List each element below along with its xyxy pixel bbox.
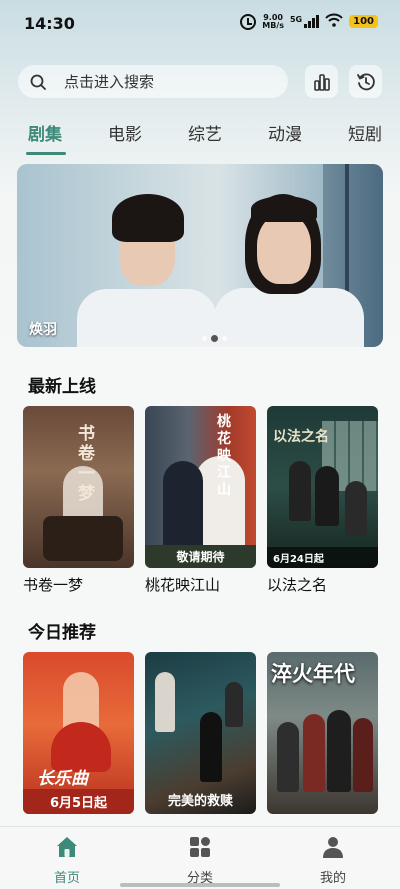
tab-variety[interactable]: 综艺 [188,120,222,145]
ranking-button[interactable] [305,65,338,98]
search-bar[interactable]: 点击进入搜索 [18,65,288,98]
category-tabs: 剧集 电影 综艺 动漫 短剧 [0,116,400,156]
poster-badge: 6月24日起 [267,547,378,568]
speed-unit: MB/s [262,20,284,30]
bottom-navigation: 首页 分类 我的 [0,826,400,889]
poster-image: 书卷一梦 [23,406,134,568]
search-icon [30,74,46,90]
wifi-icon [325,13,343,30]
tab-anime[interactable]: 动漫 [268,120,302,145]
category-icon [190,837,210,857]
history-button[interactable] [349,65,382,98]
poster-image: 完美的救赎 [145,652,256,814]
nav-home[interactable]: 首页 [27,835,107,886]
poster-image: 淬火年代 [267,652,378,814]
bar-chart-icon [313,73,330,91]
search-placeholder: 点击进入搜索 [64,73,155,91]
poster-badge: 6月5日起 [23,789,134,814]
history-icon [356,73,375,90]
alarm-icon [240,13,257,30]
nav-profile[interactable]: 我的 [293,835,373,886]
section-title-recommend: 今日推荐 [28,623,96,643]
nav-category[interactable]: 分类 [160,835,240,886]
network-speed: 9.00 MB/s [262,13,284,30]
carousel-indicator [202,335,227,342]
poster-image: 桃花映江山 敬请期待 [145,406,256,568]
battery-indicator: 100 [349,15,378,28]
banner-title: 焕羽 [29,322,57,338]
poster-card[interactable]: 以法之名 6月24日起 以法之名 [267,406,378,595]
status-icons: 9.00 MB/s 5G 100 [240,13,378,30]
poster-card[interactable]: 淬火年代 …… [267,652,378,838]
card-title: 桃花映江山 [145,576,221,594]
poster-image: 以法之名 6月24日起 [267,406,378,568]
home-indicator[interactable] [120,883,280,887]
profile-icon [323,837,343,858]
card-title: 以法之名 [267,576,328,594]
section-title-latest: 最新上线 [28,377,96,397]
network-type: 5G [289,15,303,24]
signal-icon: 5G [289,15,320,28]
status-bar: 14:30 9.00 MB/s 5G 100 [0,0,400,48]
poster-card[interactable]: 完美的救赎 …… [145,652,256,838]
nav-profile-label: 我的 [319,871,346,886]
poster-badge: 敬请期待 [145,545,256,568]
tab-indicator [26,152,66,155]
poster-card[interactable]: 长乐曲 6月5日起 …… [23,652,134,838]
poster-image: 长乐曲 6月5日起 [23,652,134,814]
tab-short-drama[interactable]: 短剧 [348,120,382,145]
status-time: 14:30 [24,14,75,33]
nav-home-label: 首页 [53,871,80,886]
home-icon [57,837,77,857]
poster-card[interactable]: 桃花映江山 敬请期待 桃花映江山 [145,406,256,595]
tab-drama[interactable]: 剧集 [28,120,62,145]
tab-movie[interactable]: 电影 [108,120,142,145]
hero-banner[interactable]: 焕羽 [17,164,383,347]
poster-card[interactable]: 书卷一梦 书卷一梦 [23,406,134,595]
card-title: 书卷一梦 [23,576,84,594]
